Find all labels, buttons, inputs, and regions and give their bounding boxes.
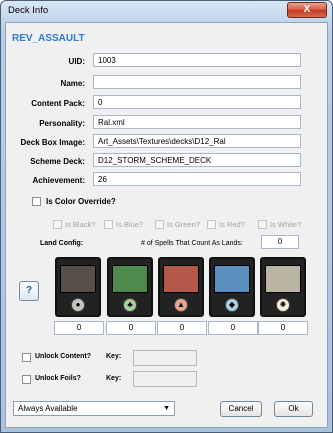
unlock-foils-key-label: Key: [106, 375, 122, 382]
help-button[interactable]: ? [19, 281, 39, 301]
unlock-foils-label: Unlock Foils? [35, 375, 81, 382]
mountain-card[interactable]: ▲ [158, 257, 204, 317]
chevron-down-icon: ▼ [163, 405, 170, 412]
forest-card[interactable]: ♣ [107, 257, 153, 317]
color-override-label: Is Color Override? [46, 197, 116, 206]
is-black-label: Is Black? [65, 220, 96, 229]
swamp-icon: ● [71, 298, 85, 312]
is-white-checkbox[interactable] [258, 220, 267, 229]
island-icon: ◆ [225, 298, 239, 312]
personality-field[interactable]: Ral.xml [93, 115, 301, 129]
is-white-label: Is White? [270, 220, 302, 229]
is-red-checkbox[interactable] [207, 220, 216, 229]
is-red-label: Is Red? [219, 220, 245, 229]
island-card[interactable]: ◆ [209, 257, 255, 317]
deck-name-heading: REV_ASSAULT [12, 33, 85, 44]
name-field[interactable] [93, 75, 301, 89]
is-blue-label: Is Blue? [116, 220, 144, 229]
close-button[interactable]: X [287, 2, 327, 18]
spells-count-field[interactable]: 0 [261, 235, 299, 249]
scheme-deck-label: Scheme Deck: [30, 157, 85, 166]
island-art [214, 265, 250, 293]
color-override-checkbox[interactable] [32, 197, 41, 206]
scheme-deck-field[interactable]: D12_STORM_SCHEME_DECK [93, 153, 301, 167]
is-green-label: Is Green? [167, 220, 200, 229]
mountain-art [163, 265, 199, 293]
plains-card[interactable]: ✺ [260, 257, 306, 317]
plains-count[interactable]: 0 [258, 321, 308, 335]
is-green-checkbox[interactable] [155, 220, 164, 229]
availability-selected: Always Available [18, 404, 78, 413]
mountain-count[interactable]: 0 [157, 321, 207, 335]
is-blue-checkbox[interactable] [104, 220, 113, 229]
spells-count-label: # of Spells That Count As Lands: [141, 240, 243, 247]
uid-label: UID: [68, 57, 85, 66]
unlock-content-checkbox[interactable] [22, 353, 31, 362]
deck-box-image-label: Deck Box Image: [20, 138, 85, 147]
swamp-card[interactable]: ● [55, 257, 101, 317]
island-count[interactable]: 0 [208, 321, 258, 335]
plains-art [265, 265, 301, 293]
unlock-content-key-label: Key: [106, 353, 122, 360]
mountain-icon: ▲ [174, 298, 188, 312]
achievement-label: Achievement: [32, 176, 85, 185]
name-label: Name: [60, 79, 85, 88]
window-title: Deck Info [8, 5, 49, 16]
content-pack-label: Content Pack: [31, 99, 85, 108]
land-config-label: Land Config: [40, 240, 84, 247]
is-black-checkbox[interactable] [53, 220, 62, 229]
cancel-button[interactable]: Cancel [220, 401, 262, 417]
availability-dropdown[interactable]: Always Available ▼ [13, 401, 175, 416]
forest-icon: ♣ [123, 298, 137, 312]
forest-art [112, 265, 148, 293]
unlock-foils-key-field[interactable] [133, 371, 197, 387]
forest-count[interactable]: 0 [106, 321, 156, 335]
deck-box-image-field[interactable]: Art_Assets\Textures\decks\D12_Ral [93, 134, 301, 148]
unlock-content-label: Unlock Content? [35, 353, 91, 360]
unlock-foils-checkbox[interactable] [22, 375, 31, 384]
achievement-field[interactable]: 26 [93, 172, 301, 186]
swamp-art [60, 265, 96, 293]
unlock-content-key-field[interactable] [133, 350, 197, 366]
swamp-count[interactable]: 0 [54, 321, 104, 335]
uid-field[interactable]: 1003 [93, 53, 301, 67]
plains-icon: ✺ [276, 298, 290, 312]
personality-label: Personality: [39, 119, 85, 128]
content-pack-field[interactable]: 0 [93, 95, 301, 109]
ok-button[interactable]: Ok [274, 401, 313, 417]
title-bar[interactable]: Deck Info X [1, 1, 332, 21]
